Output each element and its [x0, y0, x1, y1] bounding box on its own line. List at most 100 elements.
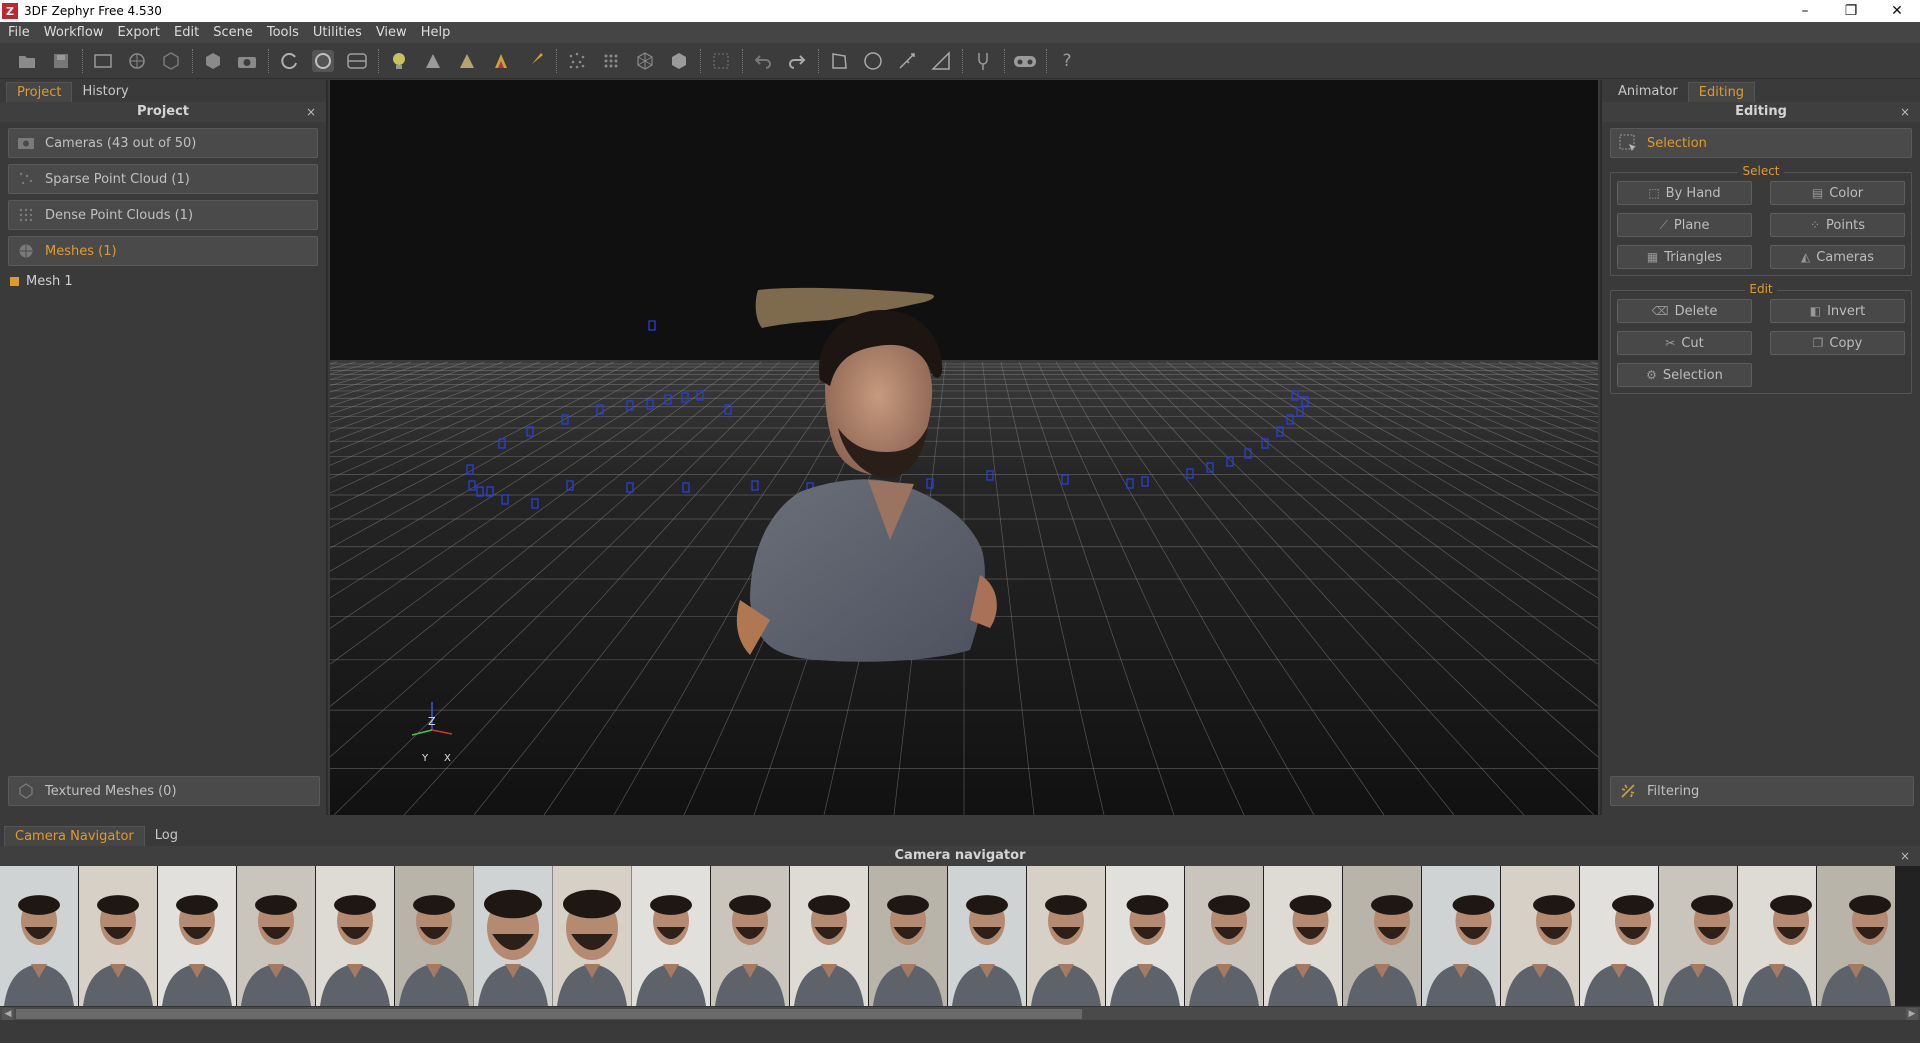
- mesh-icon: [17, 242, 35, 260]
- scroll-right-icon[interactable]: ▶: [1906, 1008, 1918, 1020]
- tab-camera-navigator[interactable]: Camera Navigator: [4, 826, 145, 846]
- camera-thumbnail[interactable]: [1501, 866, 1579, 1006]
- menu-file[interactable]: File: [8, 25, 30, 40]
- section-plane-icon[interactable]: [344, 48, 370, 74]
- camera-thumbnail[interactable]: [316, 866, 394, 1006]
- camera-thumbnail[interactable]: [79, 866, 157, 1006]
- undo-icon[interactable]: [750, 48, 776, 74]
- camera-thumbnail[interactable]: [1422, 866, 1500, 1006]
- camera-thumbnail[interactable]: [1817, 866, 1895, 1006]
- orbit-icon[interactable]: [276, 48, 302, 74]
- camera-thumbnail[interactable]: [869, 866, 947, 1006]
- camera-thumbnail[interactable]: [1027, 866, 1105, 1006]
- render-wire-icon[interactable]: [454, 48, 480, 74]
- minimize-button[interactable]: –: [1782, 0, 1828, 22]
- select-color-button[interactable]: ▤ Color: [1770, 181, 1905, 205]
- light-bulb-icon[interactable]: [386, 48, 412, 74]
- open-project-icon[interactable]: [14, 48, 40, 74]
- camera-thumbnail[interactable]: [948, 866, 1026, 1006]
- camera-thumbnail[interactable]: [790, 866, 868, 1006]
- camera-thumbnail[interactable]: [237, 866, 315, 1006]
- section-textured-meshes[interactable]: Textured Meshes (0): [8, 776, 320, 806]
- screenshot-camera-icon[interactable]: [234, 48, 260, 74]
- close-icon[interactable]: ×: [306, 102, 316, 122]
- tab-history[interactable]: History: [72, 82, 138, 102]
- camera-thumbnail[interactable]: [552, 866, 632, 1006]
- tab-animator[interactable]: Animator: [1608, 82, 1688, 102]
- edit-selection-button[interactable]: ⚙ Selection: [1617, 363, 1752, 387]
- control-point-icon[interactable]: [970, 48, 996, 74]
- camera-thumbnail[interactable]: [1185, 866, 1263, 1006]
- section-cameras[interactable]: Cameras (43 out of 50): [8, 128, 318, 158]
- point-cloud-icon[interactable]: [564, 48, 590, 74]
- sculpt-icon[interactable]: [826, 48, 852, 74]
- measure-icon[interactable]: [894, 48, 920, 74]
- select-by-hand-button[interactable]: ⬚ By Hand: [1617, 181, 1752, 205]
- camera-thumbnail[interactable]: [1738, 866, 1816, 1006]
- solid-cube-icon[interactable]: [200, 48, 226, 74]
- menu-view[interactable]: View: [376, 25, 407, 40]
- menu-help[interactable]: Help: [421, 25, 451, 40]
- section-selection[interactable]: Selection: [1610, 128, 1912, 158]
- scroll-left-icon[interactable]: ◀: [2, 1008, 14, 1020]
- select-triangles-button[interactable]: ▦ Triangles: [1617, 245, 1752, 269]
- delete-button[interactable]: ⌫ Delete: [1617, 299, 1752, 323]
- select-points-button[interactable]: ⁘ Points: [1770, 213, 1905, 237]
- camera-thumbnail[interactable]: [1580, 866, 1658, 1006]
- menu-utilities[interactable]: Utilities: [313, 25, 362, 40]
- render-points-icon[interactable]: [420, 48, 446, 74]
- cut-button[interactable]: ✂ Cut: [1617, 331, 1752, 355]
- menu-edit[interactable]: Edit: [174, 25, 199, 40]
- select-plane-button[interactable]: ⟋ Plane: [1617, 213, 1752, 237]
- camera-thumbnail[interactable]: [1659, 866, 1737, 1006]
- tab-project[interactable]: Project: [6, 82, 73, 102]
- sphere-icon[interactable]: [860, 48, 886, 74]
- bounding-box-icon[interactable]: [708, 48, 734, 74]
- menu-workflow[interactable]: Workflow: [44, 25, 104, 40]
- render-texture-icon[interactable]: [488, 48, 514, 74]
- vr-headset-icon[interactable]: [1012, 48, 1038, 74]
- camera-thumbnail[interactable]: [158, 866, 236, 1006]
- tree-item-mesh-1[interactable]: Mesh 1: [10, 274, 326, 289]
- menu-tools[interactable]: Tools: [267, 25, 299, 40]
- paint-brush-icon[interactable]: [522, 48, 548, 74]
- camera-thumbnail[interactable]: [473, 866, 553, 1006]
- camera-thumbnail[interactable]: [395, 866, 473, 1006]
- rotate-active-icon[interactable]: [310, 48, 336, 74]
- filmstrip-scrollbar[interactable]: ◀ ▶: [0, 1006, 1920, 1020]
- camera-thumbnail[interactable]: [711, 866, 789, 1006]
- camera-filmstrip[interactable]: [0, 866, 1920, 1006]
- camera-thumbnail[interactable]: [1106, 866, 1184, 1006]
- scrollbar-thumb[interactable]: [16, 1009, 1082, 1019]
- save-project-icon[interactable]: [48, 48, 74, 74]
- tab-editing[interactable]: Editing: [1687, 82, 1756, 102]
- cube-icon[interactable]: [158, 48, 184, 74]
- section-meshes[interactable]: Meshes (1): [8, 236, 318, 266]
- 3d-viewport[interactable]: Z Y X: [330, 80, 1598, 815]
- camera-thumbnail[interactable]: [0, 866, 78, 1006]
- copy-button[interactable]: ❐ Copy: [1770, 331, 1905, 355]
- camera-thumbnail[interactable]: [632, 866, 710, 1006]
- ruler-icon[interactable]: [928, 48, 954, 74]
- invert-button[interactable]: ◧ Invert: [1770, 299, 1905, 323]
- section-sparse-point-cloud[interactable]: Sparse Point Cloud (1): [8, 164, 318, 194]
- solid-mesh-icon[interactable]: [666, 48, 692, 74]
- camera-thumbnail[interactable]: [1264, 866, 1342, 1006]
- select-cameras-button[interactable]: ◭ Cameras: [1770, 245, 1905, 269]
- menu-scene[interactable]: Scene: [213, 25, 253, 40]
- restore-button[interactable]: ❐: [1828, 0, 1874, 22]
- close-icon[interactable]: ×: [1900, 102, 1910, 122]
- tab-log[interactable]: Log: [145, 826, 188, 846]
- help-icon[interactable]: ?: [1054, 48, 1080, 74]
- select-rect-icon[interactable]: [90, 48, 116, 74]
- section-filtering[interactable]: Filtering: [1610, 776, 1914, 806]
- section-dense-point-clouds[interactable]: Dense Point Clouds (1): [8, 200, 318, 230]
- menu-export[interactable]: Export: [117, 25, 160, 40]
- dense-points-icon[interactable]: [598, 48, 624, 74]
- camera-thumbnail[interactable]: [1343, 866, 1421, 1006]
- close-icon[interactable]: ×: [1900, 846, 1910, 866]
- redo-icon[interactable]: [784, 48, 810, 74]
- wire-mesh-icon[interactable]: [632, 48, 658, 74]
- mesh-view-icon[interactable]: [124, 48, 150, 74]
- close-window-button[interactable]: ✕: [1874, 0, 1920, 22]
